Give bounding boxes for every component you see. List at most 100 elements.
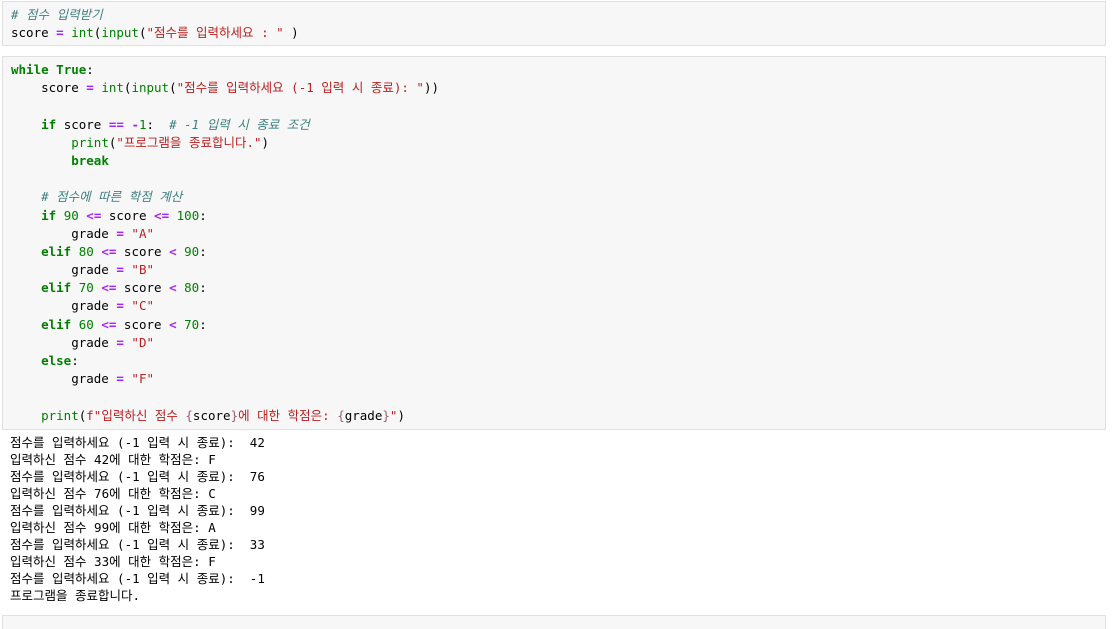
- code-token: :: [146, 116, 170, 132]
- code-token: grade: [11, 334, 117, 350]
- output-line: 입력하신 점수 33에 대한 학점은: F: [10, 554, 216, 569]
- code-line: elif 60 <= score < 70:: [11, 316, 1097, 334]
- code-token: =: [56, 25, 64, 41]
- code-token: elif: [41, 280, 72, 296]
- code-token: <: [169, 316, 177, 332]
- code-line: while True:: [11, 61, 1097, 79]
- code-token: =: [86, 80, 94, 96]
- code-token: ): [261, 134, 270, 150]
- code-token: <=: [154, 207, 170, 223]
- code-token: 80: [184, 280, 200, 296]
- code-token: <=: [101, 243, 117, 259]
- code-token: score: [11, 80, 87, 96]
- code-token: print: [71, 134, 109, 150]
- output-line: 점수를 입력하세요 (-1 입력 시 종료): 33: [10, 537, 265, 552]
- code-token: "B": [131, 262, 154, 278]
- code-token: :: [199, 207, 207, 223]
- code-line: print(f"입력하신 점수 {score}에 대한 학점은: {grade}…: [11, 407, 1097, 425]
- code-token: 60: [78, 316, 94, 332]
- code-token: <: [169, 280, 177, 296]
- code-token: =: [116, 262, 124, 278]
- code-token: score: [116, 316, 170, 332]
- code-token: :: [199, 316, 207, 332]
- code-token: True: [56, 62, 87, 77]
- code-cell-score-input[interactable]: # 점수 입력받기 score = int(input("점수를 입력하세요 : …: [2, 1, 1106, 46]
- code-token: "점수를 입력하세요 : ": [146, 25, 284, 41]
- code-token: =: [116, 225, 124, 241]
- code-cell-grade-loop[interactable]: while True: score = int(input("점수를 입력하세요…: [2, 56, 1106, 430]
- code-token: elif: [41, 243, 72, 259]
- code-line: if score == -1: # -1 입력 시 종료 조건: [11, 116, 1097, 134]
- code-token: )): [423, 80, 440, 96]
- code-token: 90: [184, 243, 200, 259]
- code-token: input: [131, 80, 170, 96]
- code-line: break: [11, 152, 1097, 170]
- code-token: int: [101, 80, 124, 96]
- code-token: =: [116, 334, 124, 350]
- code-line: if 90 <= score <= 100:: [11, 207, 1097, 225]
- code-token: print: [41, 407, 79, 423]
- code-token: }: [382, 407, 390, 423]
- code-token: <: [169, 243, 177, 259]
- output-line: 점수를 입력하세요 (-1 입력 시 종료): -1: [10, 571, 265, 586]
- code-line: grade = "B": [11, 261, 1097, 279]
- code-token: 70: [78, 280, 94, 296]
- code-token: <=: [101, 316, 117, 332]
- output-line: 입력하신 점수 99에 대한 학점은: A: [10, 520, 216, 535]
- code-line: # 점수 입력받기: [11, 6, 1097, 24]
- code-token: score: [192, 407, 231, 423]
- code-token: f"입력하신 점수: [86, 407, 186, 423]
- code-cell-empty[interactable]: [2, 615, 1106, 629]
- code-token: :: [199, 280, 207, 296]
- code-token: break: [71, 152, 109, 168]
- code-line: elif 70 <= score < 80:: [11, 279, 1097, 297]
- code-token: else: [41, 353, 72, 368]
- code-token: grade: [11, 298, 117, 314]
- output-line: 점수를 입력하세요 (-1 입력 시 종료): 76: [10, 469, 265, 484]
- code-line: elif 80 <= score < 90:: [11, 243, 1097, 261]
- code-token: (: [169, 80, 177, 96]
- code-line: score = int(input("점수를 입력하세요 (-1 입력 시 종료…: [11, 79, 1097, 97]
- code-token: ): [397, 407, 405, 423]
- code-token: 에 대한 학점은:: [238, 407, 338, 423]
- code-line: # 점수에 따른 학점 계산: [11, 188, 1097, 206]
- code-token: ): [283, 25, 299, 41]
- output-line: 점수를 입력하세요 (-1 입력 시 종료): 42: [10, 435, 265, 450]
- code-token: :: [71, 353, 79, 368]
- code-token: # -1 입력 시 종료 조건: [169, 116, 310, 132]
- code-token: "F": [131, 371, 154, 387]
- code-token: :: [199, 243, 207, 259]
- code-token: "점수를 입력하세요 (-1 입력 시 종료): ": [176, 80, 424, 96]
- cell-output: 점수를 입력하세요 (-1 입력 시 종료): 42 입력하신 점수 42에 대한…: [10, 434, 1106, 604]
- code-token: {: [337, 407, 345, 423]
- code-token: 90: [63, 207, 79, 223]
- code-token: # 점수 입력받기: [11, 7, 103, 22]
- output-line: 점수를 입력하세요 (-1 입력 시 종료): 99: [10, 503, 265, 518]
- code-token: 100: [176, 207, 200, 223]
- code-token: 1: [138, 116, 147, 132]
- code-token: while: [11, 62, 49, 77]
- code-token: score: [56, 116, 109, 132]
- code-line: print("프로그램을 종료합니다."): [11, 134, 1097, 152]
- code-token: grade: [344, 407, 383, 423]
- code-token: "D": [131, 334, 154, 350]
- code-token: grade: [11, 371, 117, 387]
- output-line: 입력하신 점수 76에 대한 학점은: C: [10, 486, 216, 501]
- code-line: grade = "A": [11, 225, 1097, 243]
- code-token: "A": [131, 225, 154, 241]
- code-token: score: [101, 207, 155, 223]
